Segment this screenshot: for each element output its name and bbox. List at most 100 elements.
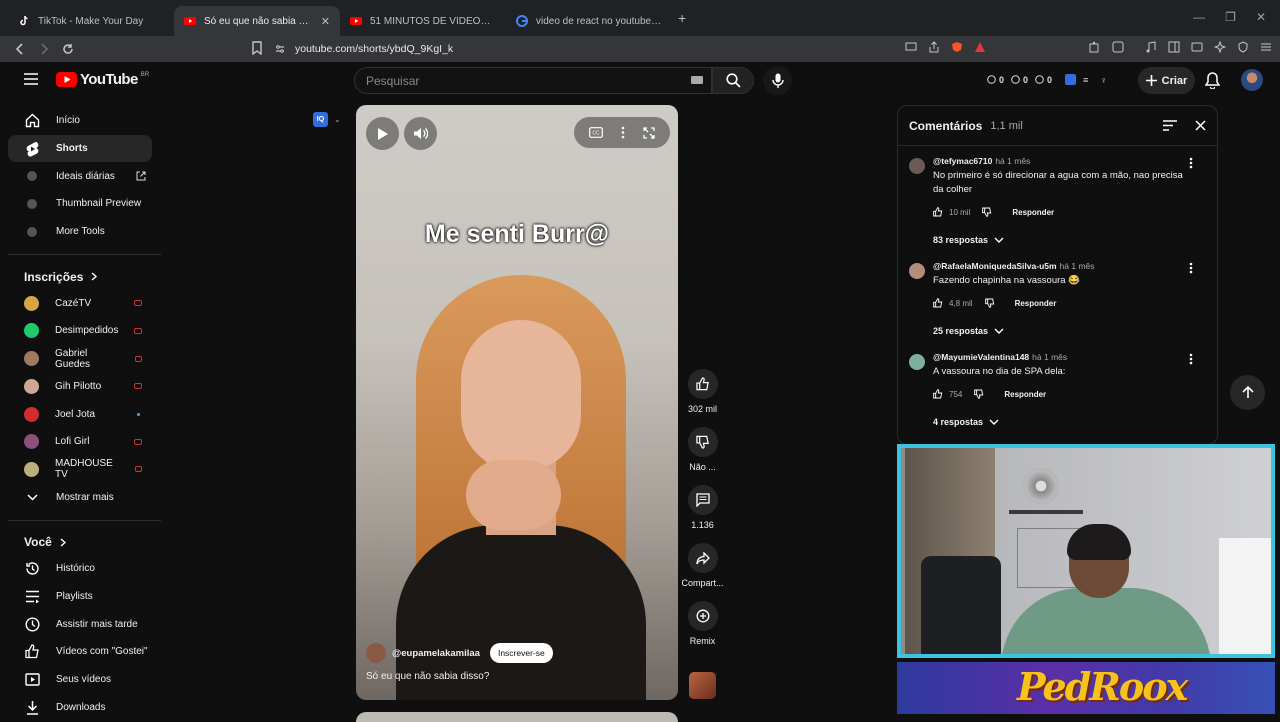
sidebar-icon[interactable] [1168,40,1180,54]
more-options-icon[interactable] [1189,262,1193,274]
subscription-joel-jota[interactable]: Joel Jota [8,400,152,428]
close-tab-icon[interactable]: ✕ [321,15,330,28]
search-input[interactable]: Pesquisar [354,67,712,94]
previous-short-button[interactable] [1230,375,1265,410]
extension-icon[interactable] [1112,40,1124,54]
browser-tab-google[interactable]: video de react no youtube monetiza [506,6,672,36]
bookmark-icon[interactable] [252,41,262,55]
sidebar-item-downloads[interactable]: Downloads [8,693,152,721]
sidebar-item-videos-gostei[interactable]: Vídeos com "Gostei" [8,638,152,666]
forward-icon[interactable] [34,39,54,59]
commenter-avatar[interactable] [909,354,925,370]
share-page-icon[interactable] [928,40,940,54]
search-button[interactable] [712,67,754,94]
sidebar-item-shorts[interactable]: Shorts [8,134,152,163]
subscription-cazetv[interactable]: CazéTV [8,289,152,317]
like-button[interactable]: 302 mil [675,369,730,414]
channel-handle[interactable]: @eupamelakamilaa [392,648,480,659]
captions-icon[interactable]: CC [589,127,603,138]
sidebar-item-inicio[interactable]: Início [8,107,152,135]
reply-button[interactable]: Responder [1015,299,1057,308]
subscription-gabriel-guedes[interactable]: Gabriel Guedes [8,345,152,373]
subscription-lofi-girl[interactable]: Lofi Girl [8,428,152,456]
menu-icon[interactable] [1260,40,1272,54]
mute-button[interactable] [404,117,437,150]
close-window-icon[interactable]: ✕ [1256,10,1266,24]
fullscreen-icon[interactable] [643,126,655,139]
maximize-icon[interactable]: ❐ [1225,10,1236,24]
sidebar-item-thumbnail-preview[interactable]: Thumbnail Preview [8,190,152,218]
show-more-button[interactable]: Mostrar mais [8,483,152,511]
sort-icon[interactable] [1163,120,1177,131]
voice-search-button[interactable] [763,66,792,95]
brave-shield-icon[interactable] [951,40,963,54]
comment-author[interactable]: @RafaelaMoniquedaSilva-u5m [933,261,1057,271]
sound-thumbnail[interactable] [689,672,716,699]
wallet-icon[interactable] [1191,40,1203,54]
account-avatar[interactable] [1241,69,1263,91]
list-icon[interactable]: ≡ [1083,75,1088,85]
comment-author[interactable]: @tefymac6710 [933,156,992,166]
extensions-puzzle-icon[interactable] [1089,40,1101,54]
sidebar-item-ideais-diarias[interactable]: Ideais diárias [8,162,152,190]
new-tab-button[interactable]: + [678,10,686,26]
shorts-player[interactable]: Me senti Burr@ CC @eupamelakamilaa Inscr… [356,105,678,700]
channel-avatar[interactable] [366,643,386,663]
minimize-icon[interactable]: — [1193,10,1205,24]
sidebar-item-more-tools[interactable]: More Tools [8,218,152,246]
like-icon[interactable] [933,207,943,217]
sidebar-item-assistir-mais-tarde[interactable]: Assistir mais tarde [8,610,152,638]
subscription-desimpedidos[interactable]: Desimpedidos [8,317,152,345]
browser-tab-youtube-video[interactable]: 51 MINUTOS DE VÍDEOS ENGRAÇA [340,6,506,36]
hamburger-menu-icon[interactable] [24,73,38,85]
address-bar[interactable]: youtube.com/shorts/ybdQ_9KgI_k [275,36,995,62]
short-title[interactable]: Só eu que não sabia disso? [366,671,489,682]
create-button[interactable]: Criar [1138,67,1195,94]
leo-ai-icon[interactable] [1214,40,1226,54]
keyboard-icon[interactable] [691,76,703,84]
sidebar-item-seus-videos[interactable]: Seus vídeos [8,666,152,694]
subscriptions-header[interactable]: Inscrições [8,264,161,289]
comment-author[interactable]: @MayumieValentina148 [933,352,1029,362]
vidiq-icon[interactable] [1065,74,1077,85]
view-replies-button[interactable]: 25 respostas [933,324,1205,338]
trophy-icon[interactable]: ♀ [1100,75,1107,85]
dislike-icon[interactable] [982,207,992,217]
reply-button[interactable]: Responder [1004,390,1046,399]
back-icon[interactable] [10,39,30,59]
browser-tab-tiktok[interactable]: TikTok - Make Your Day [8,6,174,36]
like-icon[interactable] [933,298,943,308]
cast-icon[interactable] [905,40,917,54]
like-icon[interactable] [933,389,943,399]
next-short-preview[interactable] [356,712,678,722]
commenter-avatar[interactable] [909,263,925,279]
dislike-icon[interactable] [984,298,995,308]
chevron-down-icon[interactable]: ⌄ [334,115,341,124]
comments-button[interactable]: 1.136 [675,485,730,530]
sidebar-item-playlists[interactable]: Playlists [8,583,152,611]
you-header[interactable]: Você [8,530,161,555]
dislike-icon[interactable] [974,389,984,399]
brave-rewards-icon[interactable] [974,40,986,54]
commenter-avatar[interactable] [909,158,925,174]
vidiq-badge[interactable]: IQ [313,112,328,127]
more-options-icon[interactable] [1189,157,1193,169]
play-button[interactable] [366,117,399,150]
more-options-icon[interactable] [621,126,625,139]
more-options-icon[interactable] [1189,353,1193,365]
subscribe-button[interactable]: Inscrever-se [489,643,553,663]
notifications-bell-icon[interactable] [1205,72,1220,89]
reload-icon[interactable] [58,39,78,59]
view-replies-button[interactable]: 83 respostas [933,233,1205,247]
remix-button[interactable]: Remix [675,601,730,646]
subscription-madhouse-tv[interactable]: MADHOUSE TV [8,456,152,484]
music-icon[interactable] [1145,40,1157,54]
youtube-logo[interactable]: YouTube BR [56,71,149,88]
close-icon[interactable] [1195,120,1206,131]
dislike-button[interactable]: Não ... [675,427,730,472]
view-replies-button[interactable]: 4 respostas [933,415,1205,429]
reply-button[interactable]: Responder [1012,208,1054,217]
vpn-shield-icon[interactable] [1237,40,1249,54]
browser-tab-youtube-short[interactable]: Só eu que não sabia disso? - You ✕ [174,6,340,36]
site-info-icon[interactable] [275,44,285,54]
